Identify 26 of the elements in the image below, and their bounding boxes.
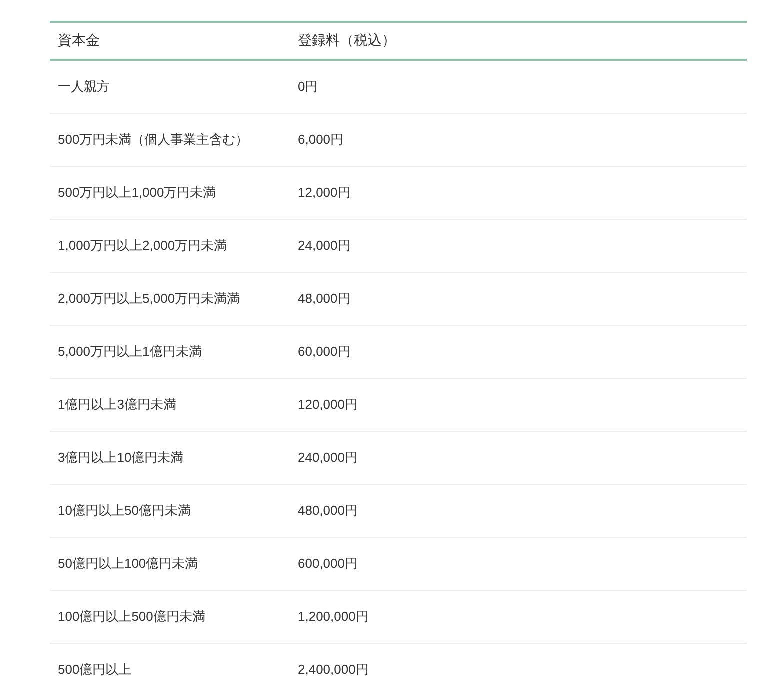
table-cell: 500億円以上	[50, 644, 290, 695]
table-cell: 500万円以上1,000万円未満	[50, 166, 290, 220]
column-header: 登録料（税込）	[290, 22, 747, 60]
table-cell: 3億円以上10億円未満	[50, 432, 290, 484]
table-cell: 240,000円	[290, 432, 747, 484]
table-cell: 2,000万円以上5,000万円未満満	[50, 272, 290, 326]
table-cell: 0円	[290, 60, 747, 114]
table-cell: 50億円以上100億円未満	[50, 538, 290, 590]
table-cell: 一人親方	[50, 60, 290, 114]
table-cell: 10億円以上50億円未満	[50, 484, 290, 538]
table-cell: 5,000万円以上1億円未満	[50, 326, 290, 378]
table-cell: 12,000円	[290, 166, 747, 220]
table-cell: 120,000円	[290, 378, 747, 432]
table-cell: 2,400,000円	[290, 644, 747, 695]
table-cell: 480,000円	[290, 484, 747, 538]
table-cell: 6,000円	[290, 114, 747, 166]
table-cell: 1億円以上3億円未満	[50, 378, 290, 432]
table-cell: 100億円以上500億円未満	[50, 590, 290, 644]
table-cell: 1,000万円以上2,000万円未満	[50, 220, 290, 272]
table-cell: 60,000円	[290, 326, 747, 378]
table-cell: 48,000円	[290, 272, 747, 326]
column-header: 資本金	[50, 22, 290, 60]
table-cell: 500万円未満（個人事業主含む）	[50, 114, 290, 166]
table-cell: 24,000円	[290, 220, 747, 272]
table-cell: 600,000円	[290, 538, 747, 590]
table-cell: 1,200,000円	[290, 590, 747, 644]
